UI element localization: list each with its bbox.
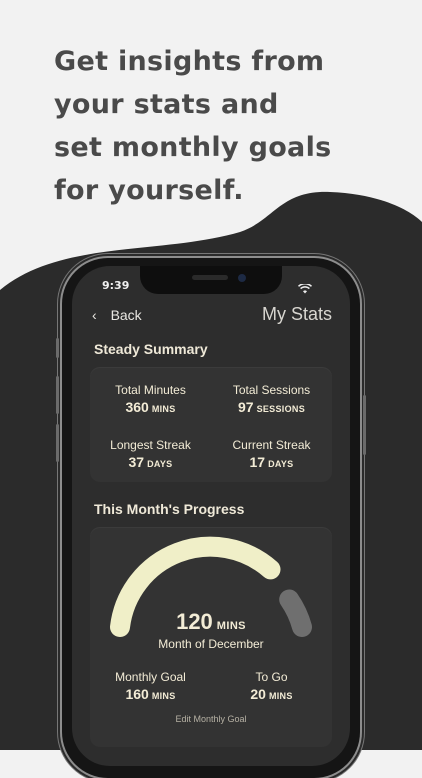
monthly-goal: Monthly Goal 160 MINS: [90, 670, 211, 702]
stat-current-streak: Current Streak 17 DAYS: [211, 438, 332, 470]
goal-value: 160 MINS: [125, 686, 176, 702]
app-screen: 9:39 ‹ Back My Stats Steady Summary Tota…: [72, 266, 350, 766]
goal-label: Monthly Goal: [115, 670, 186, 684]
stat-label: Longest Streak: [110, 438, 191, 452]
stat-label: Current Streak: [232, 438, 311, 452]
stat-total-sessions: Total Sessions 97 SESSIONS: [211, 383, 332, 415]
stat-value: 37 DAYS: [128, 454, 173, 470]
back-button[interactable]: ‹ Back: [92, 307, 142, 323]
phone-volume-up: [56, 376, 59, 414]
speaker: [192, 275, 228, 280]
summary-card: Total Minutes 360 MINS Total Sessions 97 S…: [90, 367, 332, 482]
progress-gauge: [110, 536, 312, 637]
togo-value: 20 MINS: [250, 686, 293, 702]
phone-power-button: [363, 395, 366, 455]
progress-card: 120 MINS Month of December Monthly Goal 1…: [90, 527, 332, 747]
status-icons: [297, 279, 313, 298]
stat-value: 97 SESSIONS: [238, 399, 305, 415]
stat-longest-streak: Longest Streak 37 DAYS: [90, 438, 211, 470]
camera: [238, 274, 246, 282]
progress-period: Month of December: [158, 637, 264, 651]
stat-label: Total Sessions: [232, 383, 311, 397]
to-go: To Go 20 MINS: [211, 670, 332, 702]
page-title: My Stats: [261, 304, 332, 324]
wifi-icon: [297, 282, 313, 294]
phone-side-button: [56, 338, 59, 358]
stat-value: 360 MINS: [125, 399, 176, 415]
phone-volume-down: [56, 424, 59, 462]
stat-value: 17 DAYS: [249, 454, 294, 470]
gauge-center: 120 MINS Month of December: [90, 609, 332, 651]
chevron-left-icon: ‹: [92, 307, 97, 323]
stat-label: Total Minutes: [115, 383, 186, 397]
notch: [140, 266, 282, 294]
stat-total-minutes: Total Minutes 360 MINS: [90, 383, 211, 415]
progress-title: This Month's Progress: [94, 501, 245, 517]
togo-label: To Go: [255, 670, 288, 684]
summary-title: Steady Summary: [94, 341, 208, 357]
edit-monthly-goal-button[interactable]: Edit Monthly Goal: [90, 714, 332, 724]
back-label: Back: [110, 307, 142, 323]
status-time: 9:39: [102, 279, 130, 292]
progress-minutes: 120 MINS: [176, 609, 246, 634]
